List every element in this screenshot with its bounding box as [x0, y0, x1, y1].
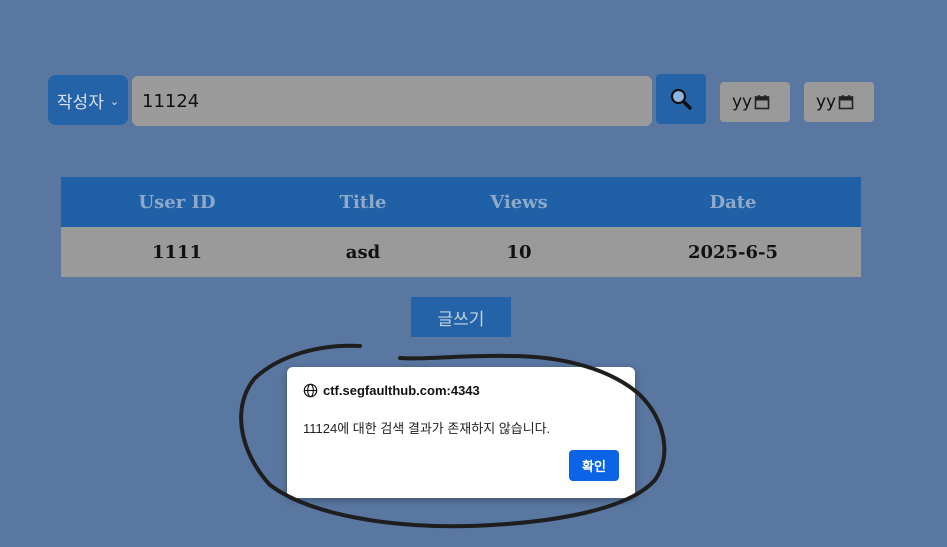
cell-title[interactable]: asd: [293, 227, 433, 277]
write-post-button[interactable]: 글쓰기: [411, 297, 511, 337]
dialog-origin-text: ctf.segfaulthub.com:4343: [323, 383, 480, 398]
globe-icon: [303, 383, 318, 398]
search-button[interactable]: [656, 74, 706, 124]
cell-user-id: 1111: [61, 227, 293, 277]
filter-label: 작성자: [56, 92, 104, 113]
alert-dialog: ctf.segfaulthub.com:4343 11124에 대한 검색 결과…: [287, 367, 635, 498]
calendar-icon: [754, 95, 770, 110]
search-query: 11124: [142, 90, 200, 112]
table-header-row: User ID Title Views Date: [61, 177, 861, 227]
chevron-down-icon: ⌄: [109, 94, 120, 108]
search-input[interactable]: 11124: [132, 76, 652, 126]
dialog-message: 11124에 대한 검색 결과가 존재하지 않습니다.: [303, 421, 551, 436]
column-header-title: Title: [293, 177, 433, 227]
table-row[interactable]: 1111 asd 10 2025-6-5: [61, 227, 861, 277]
date-from-text: yyyy: [732, 92, 752, 112]
dialog-origin: ctf.segfaulthub.com:4343: [303, 383, 480, 398]
author-filter-select[interactable]: 작성자 ⌄: [48, 75, 128, 125]
posts-table: User ID Title Views Date 1111 asd 10 202…: [61, 177, 861, 277]
cell-date: 2025-6-5: [605, 227, 861, 277]
search-icon: [670, 88, 692, 110]
cell-views: 10: [433, 227, 605, 277]
column-header-views: Views: [433, 177, 605, 227]
calendar-icon: [838, 95, 854, 110]
column-header-date: Date: [605, 177, 861, 227]
date-to-text: yyyy: [816, 92, 836, 112]
search-bar: 작성자 ⌄ 11124 yyyy yyyy: [0, 0, 947, 160]
column-header-user-id: User ID: [61, 177, 293, 227]
date-from-input[interactable]: yyyy: [720, 82, 790, 122]
ok-button[interactable]: 확인: [569, 450, 619, 481]
date-to-input[interactable]: yyyy: [804, 82, 874, 122]
